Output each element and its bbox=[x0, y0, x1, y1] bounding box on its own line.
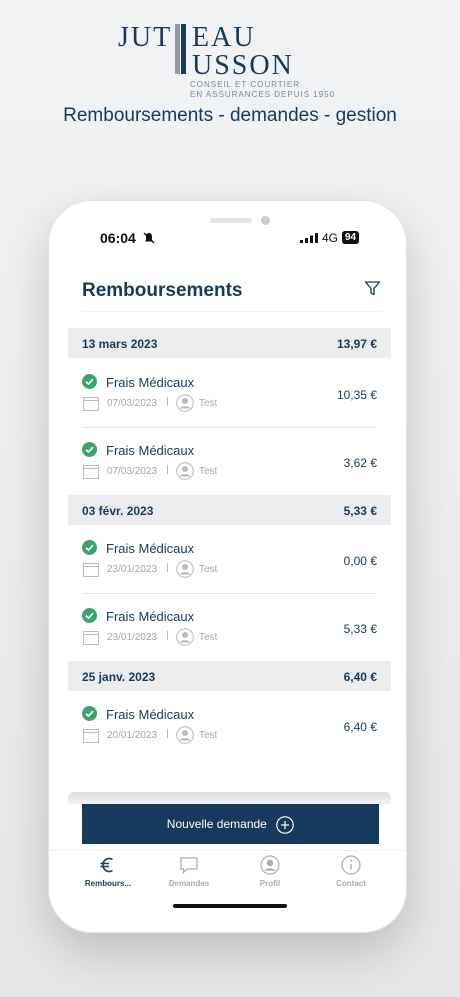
item-amount: 6,40 € bbox=[343, 720, 377, 734]
user-icon bbox=[176, 462, 194, 480]
logo-subtitle: CONSEIL ET COURTIER EN ASSURANCES DEPUIS… bbox=[190, 80, 336, 99]
item-amount: 5,33 € bbox=[343, 622, 377, 636]
check-circle-icon bbox=[82, 374, 97, 389]
new-request-button[interactable]: Nouvelle demande bbox=[82, 804, 379, 844]
camera bbox=[261, 216, 270, 225]
item-label: Frais Médicaux bbox=[106, 375, 195, 390]
svg-text:JUT: JUT bbox=[118, 22, 172, 53]
separator bbox=[167, 563, 168, 572]
item-person: Test bbox=[199, 398, 218, 409]
item-date: 07/03/2023 bbox=[107, 466, 158, 477]
group-header: 13 mars 2023 13,97 € bbox=[68, 328, 391, 358]
svg-text:EAU: EAU bbox=[192, 22, 256, 53]
logo-mark: JUT EAU USSON bbox=[118, 22, 294, 78]
tab-remboursements[interactable]: Rembours... bbox=[68, 855, 148, 888]
new-request-label: Nouvelle demande bbox=[166, 817, 267, 831]
item-label: Frais Médicaux bbox=[106, 443, 195, 458]
status-time: 06:04 bbox=[100, 230, 136, 246]
chat-icon bbox=[180, 857, 198, 875]
svg-text:USSON: USSON bbox=[192, 50, 294, 78]
item-amount: 3,62 € bbox=[343, 456, 377, 470]
list-item[interactable]: Frais Médicaux 07/03/2023 Test 10,35 € bbox=[68, 360, 391, 428]
signal-icon bbox=[300, 233, 318, 243]
list-item[interactable]: Frais Médicaux 23/01/2023 Test 5,33 € bbox=[68, 594, 391, 662]
tab-label: Contact bbox=[336, 879, 366, 888]
item-date: 23/01/2023 bbox=[107, 564, 158, 575]
tagline: Remboursements - demandes - gestion bbox=[63, 105, 397, 126]
tab-profil[interactable]: Profil bbox=[230, 855, 310, 888]
list-scroll-edge bbox=[68, 792, 391, 804]
list-item[interactable]: Frais Médicaux 23/01/2023 Test 0,00 € bbox=[68, 526, 391, 594]
phone-frame: 06:04 4G 94 Remboursements 13 mars 2023 … bbox=[48, 200, 407, 933]
item-person: Test bbox=[199, 564, 218, 575]
group-header: 03 févr. 2023 5,33 € bbox=[68, 495, 391, 525]
list-item[interactable]: Frais Médicaux 20/01/2023 Test 6,40 € bbox=[68, 692, 391, 760]
plus-circle-icon bbox=[276, 816, 295, 834]
item-date: 23/01/2023 bbox=[107, 632, 158, 643]
separator bbox=[167, 465, 168, 474]
item-label: Frais Médicaux bbox=[106, 609, 195, 624]
calendar-icon bbox=[83, 729, 99, 743]
list-item[interactable]: Frais Médicaux 07/03/2023 Test 3,62 € bbox=[68, 428, 391, 496]
check-circle-icon bbox=[82, 608, 97, 623]
muted-bell-icon bbox=[143, 232, 155, 244]
speaker bbox=[210, 218, 252, 223]
item-person: Test bbox=[199, 466, 218, 477]
home-indicator[interactable] bbox=[173, 904, 287, 908]
separator bbox=[167, 631, 168, 640]
item-person: Test bbox=[199, 632, 218, 643]
status-bar: 06:04 4G 94 bbox=[48, 228, 407, 250]
group-total: 13,97 € bbox=[336, 337, 377, 351]
user-icon bbox=[176, 560, 194, 578]
group-date: 25 janv. 2023 bbox=[82, 670, 156, 684]
network-type: 4G bbox=[322, 231, 339, 245]
user-icon bbox=[176, 628, 194, 646]
group-header: 25 janv. 2023 6,40 € bbox=[68, 661, 391, 691]
divider bbox=[82, 311, 382, 312]
tab-label: Demandes bbox=[168, 879, 210, 888]
tab-bar: Rembours... Demandes Profil Contact bbox=[48, 850, 407, 900]
calendar-icon bbox=[83, 397, 99, 411]
calendar-icon bbox=[83, 465, 99, 479]
battery-indicator: 94 bbox=[342, 231, 360, 244]
calendar-icon bbox=[83, 563, 99, 577]
user-icon bbox=[260, 855, 280, 875]
tab-label: Profil bbox=[259, 879, 281, 888]
page-title: Remboursements bbox=[82, 280, 243, 301]
calendar-icon bbox=[83, 631, 99, 645]
user-icon bbox=[176, 394, 194, 412]
tab-demandes[interactable]: Demandes bbox=[149, 855, 229, 888]
separator bbox=[167, 729, 168, 738]
item-date: 07/03/2023 bbox=[107, 398, 158, 409]
separator bbox=[167, 397, 168, 406]
check-circle-icon bbox=[82, 706, 97, 721]
group-total: 6,40 € bbox=[343, 670, 377, 684]
info-icon bbox=[341, 855, 361, 875]
tab-contact[interactable]: Contact bbox=[311, 855, 391, 888]
euro-icon bbox=[100, 857, 113, 873]
tab-label: Rembours... bbox=[84, 879, 132, 888]
filter-icon[interactable] bbox=[364, 280, 381, 297]
item-amount: 10,35 € bbox=[336, 388, 377, 402]
item-date: 20/01/2023 bbox=[107, 730, 158, 741]
item-label: Frais Médicaux bbox=[106, 541, 195, 556]
item-label: Frais Médicaux bbox=[106, 707, 195, 722]
group-date: 13 mars 2023 bbox=[82, 337, 158, 351]
group-date: 03 févr. 2023 bbox=[82, 504, 154, 518]
company-logo: JUT EAU USSON CONSEIL ET COURTIER EN ASS… bbox=[0, 18, 460, 102]
group-total: 5,33 € bbox=[343, 504, 377, 518]
item-person: Test bbox=[199, 730, 218, 741]
item-amount: 0,00 € bbox=[343, 554, 377, 568]
check-circle-icon bbox=[82, 442, 97, 457]
check-circle-icon bbox=[82, 540, 97, 555]
user-icon bbox=[176, 726, 194, 744]
